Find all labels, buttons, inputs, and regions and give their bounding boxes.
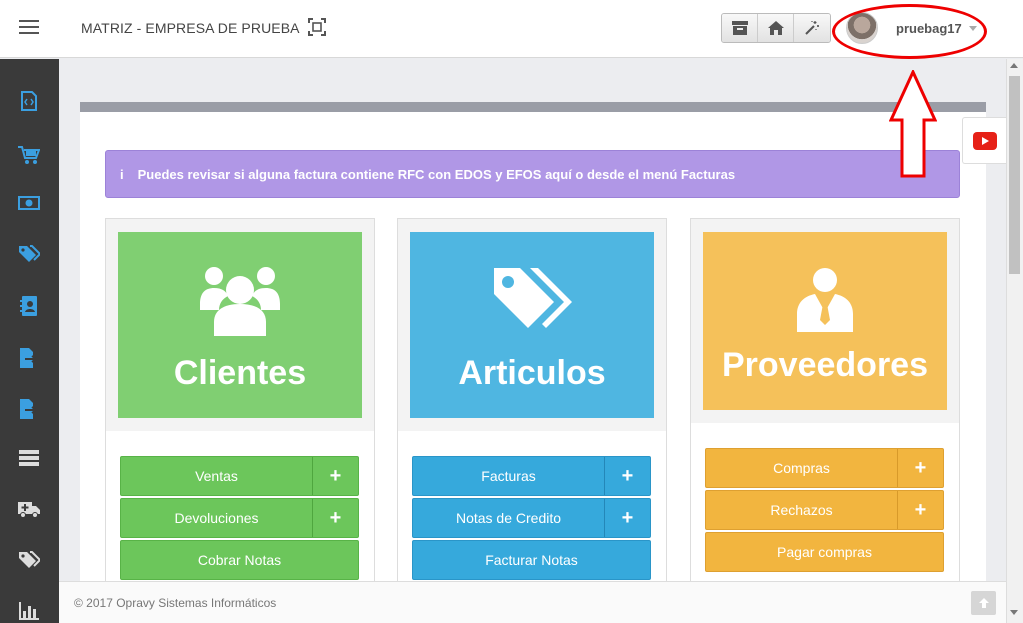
clientes-tile[interactable]: Clientes (118, 232, 362, 418)
scroll-down-arrow[interactable] (1010, 610, 1018, 615)
scroll-to-top-button[interactable] (971, 591, 996, 615)
menu-toggle-icon[interactable] (19, 20, 39, 36)
company-name: MATRIZ - EMPRESA DE PRUEBA (81, 20, 300, 36)
panel-header-bar (80, 102, 986, 112)
youtube-icon[interactable] (962, 117, 1006, 164)
proveedores-title: Proveedores (722, 346, 928, 384)
toolbar-button-group (721, 13, 831, 43)
clientes-title: Clientes (173, 354, 307, 392)
copyright-text: © 2017 Opravy Sistemas Informáticos (74, 596, 277, 610)
add-nota-credito-button[interactable]: + (604, 499, 650, 537)
tags-icon[interactable] (18, 243, 40, 265)
facturas-button[interactable]: Facturas + (412, 456, 651, 496)
pagar-compras-label[interactable]: Pagar compras (706, 533, 943, 571)
add-devolucion-button[interactable]: + (312, 499, 358, 537)
info-alert[interactable]: i Puedes revisar si alguna factura conti… (105, 150, 960, 198)
compras-button[interactable]: Compras + (705, 448, 944, 488)
cart-icon[interactable] (18, 144, 40, 166)
cobrar-notas-label[interactable]: Cobrar Notas (121, 541, 358, 579)
devoluciones-button[interactable]: Devoluciones + (120, 498, 359, 538)
code-file-icon[interactable] (18, 90, 40, 112)
info-icon: i (120, 166, 124, 182)
proveedores-card: Proveedores Compras + Rechazos + Pagar c… (690, 218, 960, 583)
add-compra-button[interactable]: + (897, 449, 943, 487)
magic-wand-icon[interactable] (794, 14, 830, 42)
user-tie-icon (797, 268, 853, 332)
archive-icon[interactable] (722, 14, 758, 42)
ventas-label[interactable]: Ventas (121, 457, 312, 495)
list-icon[interactable] (18, 447, 40, 469)
footer: © 2017 Opravy Sistemas Informáticos (59, 581, 1006, 623)
bar-chart-icon[interactable] (18, 600, 40, 622)
articulos-title: Articulos (458, 354, 606, 392)
add-venta-button[interactable]: + (312, 457, 358, 495)
articulos-tile[interactable]: Articulos (410, 232, 654, 418)
facturar-notas-button[interactable]: Facturar Notas (412, 540, 651, 580)
notas-credito-label[interactable]: Notas de Credito (413, 499, 604, 537)
clientes-card: Clientes Ventas + Devoluciones + Cobrar … (105, 218, 375, 583)
rechazos-label[interactable]: Rechazos (706, 491, 897, 529)
username[interactable]: pruebag17 (896, 21, 962, 36)
money-icon[interactable] (18, 192, 40, 214)
tags-icon (494, 268, 572, 328)
add-factura-button[interactable]: + (604, 457, 650, 495)
proveedores-tile[interactable]: Proveedores (703, 232, 947, 410)
cobrar-notas-button[interactable]: Cobrar Notas (120, 540, 359, 580)
alert-text: Puedes revisar si alguna factura contien… (137, 166, 736, 182)
facturar-notas-label[interactable]: Facturar Notas (413, 541, 650, 579)
facturas-label[interactable]: Facturas (413, 457, 604, 495)
export-file-icon[interactable] (18, 347, 40, 369)
articulos-card: Articulos Facturas + Notas de Credito + … (397, 218, 667, 583)
ambulance-icon[interactable] (18, 498, 40, 520)
users-icon (200, 267, 280, 336)
scrollbar-thumb[interactable] (1009, 76, 1020, 274)
tags-icon[interactable] (18, 549, 40, 571)
avatar[interactable] (846, 12, 878, 44)
user-menu[interactable]: pruebag17 (846, 12, 977, 44)
export-file-icon[interactable] (18, 398, 40, 420)
address-book-icon[interactable] (18, 295, 40, 317)
chevron-down-icon[interactable] (968, 25, 977, 31)
rechazos-button[interactable]: Rechazos + (705, 490, 944, 530)
sidebar (0, 59, 59, 623)
compras-label[interactable]: Compras (706, 449, 897, 487)
home-icon[interactable] (758, 14, 794, 42)
arrow-up-icon (978, 598, 989, 608)
ventas-button[interactable]: Ventas + (120, 456, 359, 496)
top-bar: MATRIZ - EMPRESA DE PRUEBA pruebag17 (0, 0, 1023, 58)
devoluciones-label[interactable]: Devoluciones (121, 499, 312, 537)
notas-credito-button[interactable]: Notas de Credito + (412, 498, 651, 538)
pagar-compras-button[interactable]: Pagar compras (705, 532, 944, 572)
scroll-up-arrow[interactable] (1010, 63, 1018, 68)
add-rechazo-button[interactable]: + (897, 491, 943, 529)
fullscreen-icon[interactable] (308, 18, 326, 36)
